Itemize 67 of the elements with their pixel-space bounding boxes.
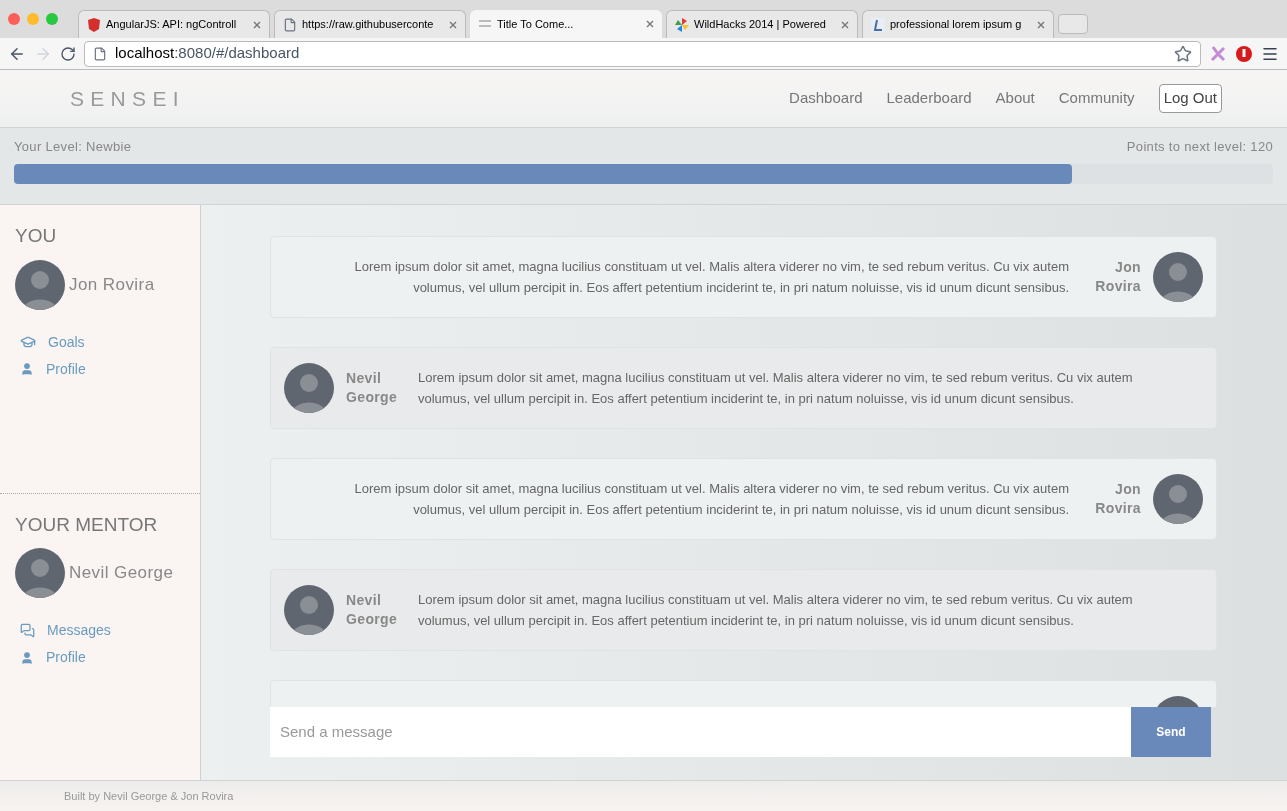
send-button[interactable]: Send	[1131, 707, 1211, 757]
bookmark-star-icon[interactable]	[1174, 44, 1192, 63]
avatar-photo-placeholder	[15, 259, 65, 310]
close-tab-icon[interactable]	[646, 20, 654, 28]
browser-tab[interactable]: AngularJS: API: ngControll	[78, 10, 270, 38]
message-input[interactable]: Send a message	[270, 707, 1131, 757]
nav-link[interactable]: Dashboard	[789, 87, 863, 110]
tab-title: Title To Come...	[497, 16, 575, 32]
browser-tab[interactable]: https://raw.githubuserconte	[274, 10, 466, 38]
footer-credit: Built by Nevil George & Jon Rovira	[64, 788, 234, 804]
log-out-button[interactable]: Log Out	[1158, 84, 1222, 113]
close-window-icon[interactable]	[8, 13, 20, 25]
avatar-photo-placeholder	[15, 548, 65, 598]
sidebar-link[interactable]: Goals	[20, 331, 185, 353]
message-author: Nevil George	[346, 369, 399, 407]
shield-icon	[87, 17, 101, 32]
graduation-cap-icon	[20, 334, 36, 350]
sidebar-link[interactable]: Profile	[20, 358, 185, 380]
page-icon	[283, 17, 297, 32]
points-label: Points to next level: 120	[1126, 138, 1273, 156]
address-bar[interactable]: localhost:8080/#/dashboard	[84, 40, 1201, 67]
browser-tab[interactable]: WildHacks 2014 | Powered	[666, 10, 858, 38]
user-icon	[20, 362, 34, 376]
tab-title: AngularJS: API: ngControll	[106, 17, 238, 33]
message-text: Lorem ipsum dolor sit amet, magna lucilius constituam ut vel. Malis altera viderer no vim, te sed rebum veritus. Cu vix autem volumus, vel ullum percipit in. Eos affert petentium inciderint te, in pri natum noluisse, vis id unum dicunt sensibus.	[353, 258, 1069, 297]
avatar-photo-placeholder	[1153, 252, 1203, 302]
browser-tab[interactable]: professional lorem ipsum g	[862, 10, 1054, 38]
stop-sign-icon[interactable]	[1235, 44, 1253, 63]
nav-link[interactable]: About	[995, 87, 1035, 110]
letter-logo-icon	[871, 17, 885, 32]
tab-title: https://raw.githubuserconte	[302, 17, 435, 33]
person-name: Jon Rovira	[69, 273, 155, 296]
avatar-photo-placeholder	[1153, 474, 1203, 524]
close-tab-icon[interactable]	[449, 20, 457, 29]
sidebar-link[interactable]: Messages	[20, 620, 185, 641]
message-text: Lorem ipsum dolor sit amet, magna lucilius constituam ut vel. Malis altera viderer no vim, te sed rebum veritus. Cu vix autem volumus, vel ullum percipit in. Eos affert petentium inciderint te, in pri natum noluisse, vis id unum dicunt sensibus.	[353, 480, 1069, 519]
link-label: Messages	[47, 621, 111, 640]
nav-link[interactable]: Leaderboard	[886, 87, 972, 110]
avatar-photo-placeholder	[284, 363, 334, 413]
section-heading: YOU	[15, 224, 58, 248]
level-label: Your Level: Newbie	[14, 138, 132, 156]
close-tab-icon[interactable]	[253, 20, 261, 29]
close-tab-icon[interactable]	[841, 20, 849, 29]
sidebar-link[interactable]: Profile	[20, 647, 185, 668]
message-text: Lorem ipsum dolor sit amet, magna lucilius constituam ut vel. Malis altera viderer no vim, te sed rebum veritus. Cu vix autem volumus, vel ullum percipit in. Eos affert petentium inciderint te, in pri natum noluisse, vis id unum dicunt sensibus.	[418, 369, 1134, 408]
browser-tab[interactable]: Title To Come...	[470, 10, 662, 38]
page-icon	[93, 46, 107, 61]
user-icon	[20, 650, 34, 665]
tab-title: professional lorem ipsum g	[890, 17, 1023, 33]
message-text: Lorem ipsum dolor sit amet, magna lucilius constituam ut vel. Malis altera viderer no vim, te sed rebum veritus. Cu vix autem volumus, vel ullum percipit in. Eos affert petentium inciderint te, in pri natum noluisse, vis id unum dicunt sensibus.	[418, 591, 1134, 630]
person-name: Nevil George	[69, 562, 174, 585]
message-author: Jon Rovira	[1094, 258, 1141, 296]
brand-logo[interactable]: SENSEI	[70, 82, 185, 115]
nav-link[interactable]: Community	[1058, 87, 1135, 110]
pinwheel-icon	[675, 17, 689, 32]
link-label: Profile	[46, 359, 86, 379]
link-label: Profile	[46, 648, 86, 667]
url-text: localhost:8080/#/dashboard	[115, 43, 301, 64]
close-tab-icon[interactable]	[1037, 20, 1045, 29]
message-author: Nevil George	[346, 591, 399, 629]
reload-icon[interactable]	[60, 45, 76, 62]
chat-icon	[20, 623, 35, 638]
message-author: Jon Rovira	[1094, 480, 1141, 518]
avatar-photo-placeholder	[284, 585, 334, 635]
section-heading: YOUR MENTOR	[15, 512, 159, 537]
link-label: Goals	[48, 332, 85, 352]
tab-title: WildHacks 2014 | Powered	[694, 17, 827, 33]
